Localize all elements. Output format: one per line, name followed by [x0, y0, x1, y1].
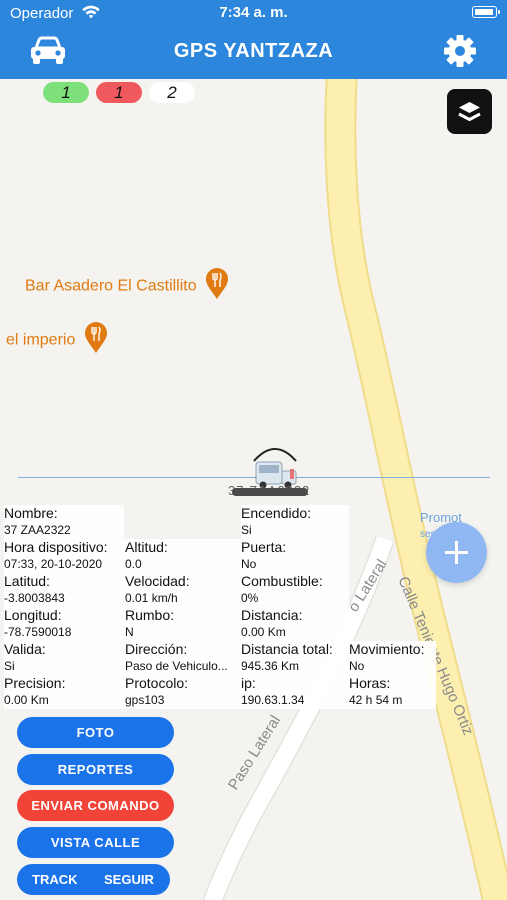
poi-bar-asadero[interactable]: Bar Asadero El Castillito [25, 268, 229, 305]
info-value: 37 ZAA2322 [4, 523, 71, 537]
info-value: 0.0 [125, 557, 142, 571]
info-latitud: Latitud: -3.8003843 [4, 573, 125, 607]
info-value: 0.01 km/h [125, 591, 178, 605]
clock: 7:34 a. m. [219, 4, 288, 21]
info-encendido: Encendido: Si [241, 505, 349, 539]
info-label: Protocolo: [125, 675, 189, 691]
info-label: Horas: [349, 675, 391, 691]
info-longitud: Longitud: -78.7590018 [4, 607, 125, 641]
reportes-button[interactable]: REPORTES [17, 754, 174, 785]
info-label: Hora dispositivo: [4, 539, 108, 555]
info-label: Dirección: [125, 641, 188, 657]
page-title: GPS YANTZAZA [173, 40, 334, 62]
info-value: Si [241, 523, 252, 537]
info-value: No [349, 659, 365, 673]
info-label: Rumbo: [125, 607, 175, 623]
info-label: ip: [241, 675, 256, 691]
counter-offline[interactable]: 1 [96, 82, 142, 103]
poi-label: el imperio [6, 331, 76, 349]
info-label: Distancia total: [241, 641, 333, 657]
info-ip: ip: 190.63.1.34 [241, 675, 349, 709]
info-value: 0% [241, 591, 259, 605]
info-label: Velocidad: [125, 573, 190, 589]
info-altitud: Altitud: 0.0 [125, 539, 241, 573]
poi-el-imperio[interactable]: el imperio [6, 322, 108, 359]
counter-online[interactable]: 1 [43, 82, 89, 103]
info-rumbo: Rumbo: N [125, 607, 241, 641]
info-value: gps103 [125, 693, 165, 707]
nav-bar: GPS YANTZAZA [0, 26, 507, 79]
info-distancia: Distancia: 0.00 Km [241, 607, 349, 641]
counter-total[interactable]: 2 [149, 82, 195, 103]
info-velocidad: Velocidad: 0.01 km/h [125, 573, 241, 607]
layers-icon [458, 102, 481, 121]
info-distancia-total: Distancia total: 945.36 Km [241, 641, 349, 675]
foto-button[interactable]: FOTO [17, 717, 174, 748]
drag-handle[interactable] [232, 488, 308, 496]
info-valida: Valida: Si [4, 641, 125, 675]
info-label: Altitud: [125, 539, 168, 555]
info-label: Distancia: [241, 607, 303, 623]
info-value: 07:33, 20-10-2020 [4, 557, 103, 571]
info-direccion: Dirección: Paso de Vehiculo... [125, 641, 241, 675]
info-value: 42 h 54 m [349, 693, 403, 707]
info-nombre: Nombre: 37 ZAA2322 [4, 505, 124, 539]
restaurant-pin-icon [205, 268, 229, 305]
info-value: Paso de Vehiculo... [125, 659, 228, 673]
info-label: Nombre: [4, 505, 58, 521]
info-label: Precision: [4, 675, 66, 691]
battery-icon [472, 6, 500, 18]
info-combustible: Combustible: 0% [241, 573, 349, 607]
info-label: Longitud: [4, 607, 62, 623]
info-puerta: Puerta: No [241, 539, 349, 573]
info-label: Valida: [4, 641, 46, 657]
info-value: N [125, 625, 134, 639]
info-value: Si [4, 659, 15, 673]
add-button[interactable] [426, 522, 487, 583]
info-precision: Precision: 0.00 Km [4, 675, 125, 709]
layers-button[interactable] [447, 89, 492, 134]
info-horas: Horas: 42 h 54 m [349, 675, 436, 709]
info-movimiento: Movimiento: No [349, 641, 436, 675]
track-button[interactable]: TRACK [32, 872, 78, 887]
info-value: No [241, 557, 257, 571]
seguir-button[interactable]: SEGUIR [104, 872, 154, 887]
info-value: 0.00 Km [4, 693, 49, 707]
status-bar: Operador 7:34 a. m. [0, 0, 507, 26]
enviar-comando-button[interactable]: ENVIAR COMANDO [17, 790, 174, 821]
restaurant-pin-icon [84, 322, 108, 359]
info-value: -78.7590018 [4, 625, 72, 639]
info-label: Combustible: [241, 573, 323, 589]
info-value: 945.36 Km [241, 659, 300, 673]
poi-label: Bar Asadero El Castillito [25, 277, 197, 295]
info-value: 190.63.1.34 [241, 693, 305, 707]
vista-calle-button[interactable]: VISTA CALLE [17, 827, 174, 858]
info-protocolo: Protocolo: gps103 [125, 675, 241, 709]
info-label: Encendido: [241, 505, 312, 521]
info-label: Movimiento: [349, 641, 425, 657]
gear-icon[interactable] [443, 34, 477, 68]
info-label: Puerta: [241, 539, 287, 555]
info-value: 0.00 Km [241, 625, 286, 639]
info-value: -3.8003843 [4, 591, 65, 605]
track-seguir-group: TRACK SEGUIR [17, 864, 170, 895]
info-hora-dispositivo: Hora dispositivo: 07:33, 20-10-2020 [4, 539, 125, 573]
info-label: Latitud: [4, 573, 50, 589]
